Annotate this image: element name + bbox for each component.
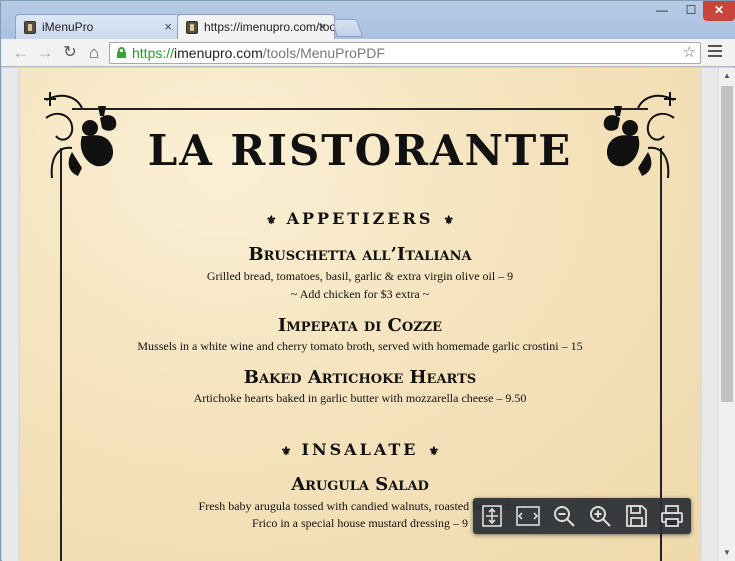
tab-strip: iMenuPro × https://imenupro.com/too × — … xyxy=(1,1,735,39)
scroll-down-arrow-icon[interactable]: ▼ xyxy=(719,545,735,561)
fleur-ornament-icon: ⚜ xyxy=(443,213,455,227)
address-bar[interactable]: https://imenupro.com/tools/MenuProPDF ☆ xyxy=(109,42,701,64)
dish-name: Bruschetta all’Italiana xyxy=(248,244,472,265)
tab-menupropdf[interactable]: https://imenupro.com/too × xyxy=(177,14,335,39)
dish-description: Artichoke hearts baked in garlic butter … xyxy=(193,391,527,405)
dish-description: Grilled bread, tomatoes, basil, garlic &… xyxy=(206,269,514,283)
imenupro-favicon-icon xyxy=(186,21,198,34)
save-icon[interactable] xyxy=(622,502,650,530)
section-heading-appetizers: ⚜ APPETIZERS ⚜ xyxy=(20,209,700,228)
fit-page-icon[interactable] xyxy=(478,502,506,530)
section-heading-label: APPETIZERS xyxy=(286,209,434,228)
maximize-button[interactable]: ☐ xyxy=(677,1,705,21)
pdf-toolbar xyxy=(473,498,691,534)
tab-label: iMenuPro xyxy=(42,20,94,34)
section-heading-insalate: ⚜ INSALATE ⚜ xyxy=(20,440,700,459)
menu-page: LA RISTORANTE ⚜ APPETIZERS ⚜ Bruschetta al… xyxy=(20,68,700,561)
url-host: imenupro.com xyxy=(174,45,263,61)
fleur-ornament-icon: ⚜ xyxy=(265,213,277,227)
lock-icon xyxy=(117,47,126,58)
bookmark-star-icon[interactable]: ☆ xyxy=(683,43,696,63)
tab-label: https://imenupro.com/too xyxy=(204,20,335,34)
reload-icon[interactable]: ↻ xyxy=(59,42,81,64)
scroll-thumb[interactable] xyxy=(721,86,733,402)
vertical-scrollbar[interactable]: ▲ ▼ xyxy=(718,68,735,561)
minimize-button[interactable]: — xyxy=(648,1,676,21)
zoom-in-icon[interactable] xyxy=(586,502,614,530)
url-path: /tools/MenuProPDF xyxy=(262,45,385,61)
forward-arrow-icon[interactable]: → xyxy=(34,42,56,64)
dish-name: Impepata di Cozze xyxy=(277,315,443,336)
dish-description: ~ Add chicken for $3 extra ~ xyxy=(290,287,430,301)
dish-description: Mussels in a white wine and cherry tomat… xyxy=(137,339,583,353)
browser-window: iMenuPro × https://imenupro.com/too × — … xyxy=(0,0,735,561)
dish-name: Baked Artichoke Hearts xyxy=(243,367,477,388)
fit-width-icon[interactable] xyxy=(514,502,542,530)
scroll-up-arrow-icon[interactable]: ▲ xyxy=(719,68,735,84)
zoom-out-icon[interactable] xyxy=(550,502,578,530)
imenupro-favicon-icon xyxy=(24,21,36,34)
back-arrow-icon[interactable]: ← xyxy=(10,42,32,64)
browser-toolbar: ← → ↻ ⌂ https://imenupro.com/tools/MenuP… xyxy=(1,39,735,67)
print-icon[interactable] xyxy=(658,502,686,530)
section-heading-label: INSALATE xyxy=(301,440,419,459)
tab-close-icon[interactable]: × xyxy=(164,19,172,34)
tab-imenupro[interactable]: iMenuPro × xyxy=(15,14,181,39)
page-border-top xyxy=(72,108,648,110)
hamburger-menu-icon[interactable] xyxy=(708,45,722,59)
fleur-ornament-icon: ⚜ xyxy=(280,444,292,458)
new-tab-button[interactable] xyxy=(330,19,364,37)
url-scheme: https:// xyxy=(132,45,175,61)
close-window-button[interactable]: ✕ xyxy=(703,1,735,21)
fleur-ornament-icon: ⚜ xyxy=(428,444,440,458)
dish-name: Arugula Salad xyxy=(291,474,429,495)
pdf-viewport: LA RISTORANTE ⚜ APPETIZERS ⚜ Bruschetta al… xyxy=(2,68,718,561)
home-icon[interactable]: ⌂ xyxy=(83,42,105,64)
menu-title: LA RISTORANTE xyxy=(147,126,573,175)
tab-close-icon[interactable]: × xyxy=(318,19,326,34)
